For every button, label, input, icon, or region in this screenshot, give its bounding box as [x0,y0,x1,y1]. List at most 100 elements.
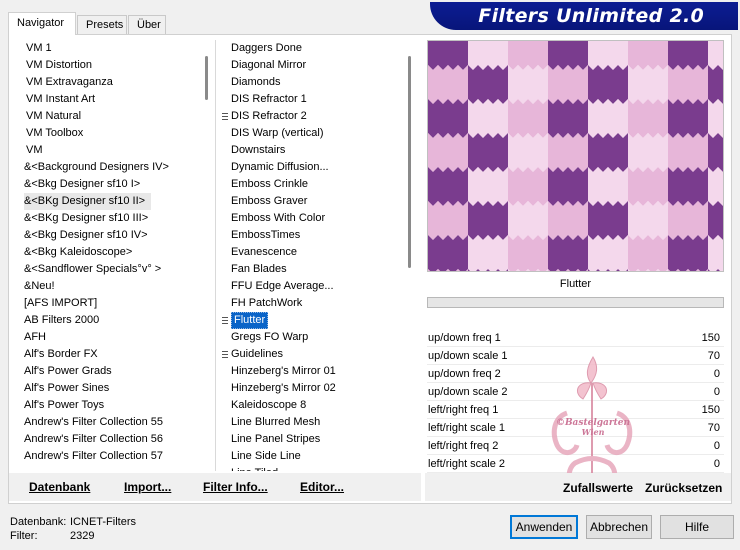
preview-tile [428,235,468,271]
cancel-button[interactable]: Abbrechen [586,515,652,539]
preview-tile [548,65,588,104]
database-button[interactable]: Datenbank [29,480,90,494]
filter-scroll-thumb[interactable] [408,56,411,268]
preview-tile [668,167,708,206]
filter-item[interactable]: FH PatchWork [221,295,405,312]
category-item[interactable]: VM Natural [21,108,201,125]
category-item-label: VM 1 [26,42,52,54]
category-item[interactable]: &Neu! [21,278,201,295]
parameter-value[interactable]: 0 [714,383,720,401]
parameter-value[interactable]: 150 [702,329,720,347]
filter-item[interactable]: Guidelines [221,346,405,363]
filter-item-label: Hinzeberg's Mirror 01 [231,365,336,377]
parameter-value[interactable]: 0 [714,437,720,455]
filter-item[interactable]: Downstairs [221,142,405,159]
filter-item[interactable]: Daggers Done [221,40,405,57]
category-item[interactable]: VM Distortion [21,57,201,74]
category-scroll-thumb[interactable] [205,56,208,100]
parameter-value[interactable]: 70 [708,347,720,365]
tab-uber[interactable]: Über [128,15,166,34]
filter-item[interactable]: Line Side Line [221,448,405,465]
category-item[interactable]: Andrew's Filter Collection 55 [21,414,201,431]
editor-button[interactable]: Editor... [300,480,344,494]
category-item[interactable]: Alf's Power Sines [21,380,201,397]
apply-button[interactable]: Anwenden [510,515,578,539]
category-item[interactable]: Alf's Power Grads [21,363,201,380]
filter-item[interactable]: Emboss Graver [221,193,405,210]
filter-item[interactable]: Hinzeberg's Mirror 01 [221,363,405,380]
filter-item[interactable]: Diamonds [221,74,405,91]
category-item[interactable]: &<Bkg Designer sf10 IV> [21,227,201,244]
filter-scrollbar[interactable] [407,40,413,471]
tab-presets[interactable]: Presets [77,15,127,34]
category-item[interactable]: &<Background Designers IV> [21,159,201,176]
filter-item-label: Diamonds [231,76,281,88]
randomize-button[interactable]: Zufallswerte [563,481,633,495]
category-item-label: Andrew's Filter Collection 55 [24,416,164,428]
category-item[interactable]: VM 1 [21,40,201,57]
filter-item[interactable]: Dynamic Diffusion... [221,159,405,176]
category-item-label: [AFS IMPORT] [24,297,98,309]
filter-item[interactable]: EmbossTimes [221,227,405,244]
filter-list[interactable]: Daggers Done Diagonal Mirror Diamonds DIS R… [221,40,405,471]
parameter-value[interactable]: 0 [714,365,720,383]
filter-item[interactable]: Emboss With Color [221,210,405,227]
reset-button[interactable]: Zurücksetzen [645,481,722,495]
filter-info-button[interactable]: Filter Info... [203,480,268,494]
filter-item[interactable]: Flutter [221,312,405,329]
help-button[interactable]: Hilfe [660,515,734,539]
preview-tile [708,65,723,104]
parameter-value[interactable]: 150 [702,401,720,419]
filter-item[interactable]: DIS Refractor 1 [221,91,405,108]
category-item[interactable]: VM [21,142,201,159]
preview-tile [708,235,723,271]
filter-item[interactable]: Emboss Crinkle [221,176,405,193]
parameter-label: up/down scale 2 [428,386,508,398]
preview-tile [668,133,708,172]
category-item[interactable]: Alf's Border FX [21,346,201,363]
category-item[interactable]: Alf's Power Toys [21,397,201,414]
category-item-label: VM Instant Art [26,93,96,105]
filter-item[interactable]: FFU Edge Average... [221,278,405,295]
filter-preview [427,40,724,272]
category-item[interactable]: VM Instant Art [21,91,201,108]
preview-tile [508,167,548,206]
filter-item[interactable]: Line Panel Stripes [221,431,405,448]
filter-item-label: EmbossTimes [231,229,301,241]
category-item[interactable]: &<Sandflower Specials°v° > [21,261,201,278]
filter-item[interactable]: Kaleidoscope 8 [221,397,405,414]
category-item[interactable]: Andrew's Filter Collection 57 [21,448,201,465]
parameter-value[interactable]: 70 [708,419,720,437]
filter-item[interactable]: Diagonal Mirror [221,57,405,74]
filter-item[interactable]: Line Tiled [221,465,405,471]
category-item[interactable]: AFH [21,329,201,346]
filter-item[interactable]: Line Blurred Mesh [221,414,405,431]
preview-tile [428,201,468,240]
category-item[interactable]: [AFS IMPORT] [21,295,201,312]
category-list[interactable]: VM 1 VM Distortion VM Extravaganza VM Insta… [21,40,201,471]
category-item[interactable]: AB Filters 2000 [21,312,201,329]
category-item[interactable]: &<BKg Designer sf10 III> [21,210,201,227]
filter-count-value: 2329 [70,530,95,542]
category-item[interactable]: Andrew's Filter Collection 56 [21,431,201,448]
filter-item[interactable]: Hinzeberg's Mirror 02 [221,380,405,397]
parameter-value[interactable]: 0 [714,455,720,473]
parameter-label: up/down freq 1 [428,332,501,344]
category-item[interactable]: &<Bkg Designer sf10 I> [21,176,201,193]
preview-tile [628,65,668,104]
filter-item[interactable]: DIS Refractor 2 [221,108,405,125]
filter-item[interactable]: Gregs FO Warp [221,329,405,346]
parameter-row[interactable]: up/down freq 1 150 [427,329,724,347]
filter-item[interactable]: Evanescence [221,244,405,261]
filter-item-label: Hinzeberg's Mirror 02 [231,382,336,394]
category-item[interactable]: &<Bkg Kaleidoscope> [21,244,201,261]
category-scrollbar[interactable] [204,40,210,471]
category-item[interactable]: VM Extravaganza [21,74,201,91]
category-item[interactable]: VM Toolbox [21,125,201,142]
import-button[interactable]: Import... [124,480,171,494]
filter-item[interactable]: DIS Warp (vertical) [221,125,405,142]
tab-navigator[interactable]: Navigator [8,12,76,35]
filter-item[interactable]: Fan Blades [221,261,405,278]
category-item[interactable]: &<BKg Designer sf10 II> [21,193,201,210]
filter-item-label: Emboss With Color [231,212,326,224]
